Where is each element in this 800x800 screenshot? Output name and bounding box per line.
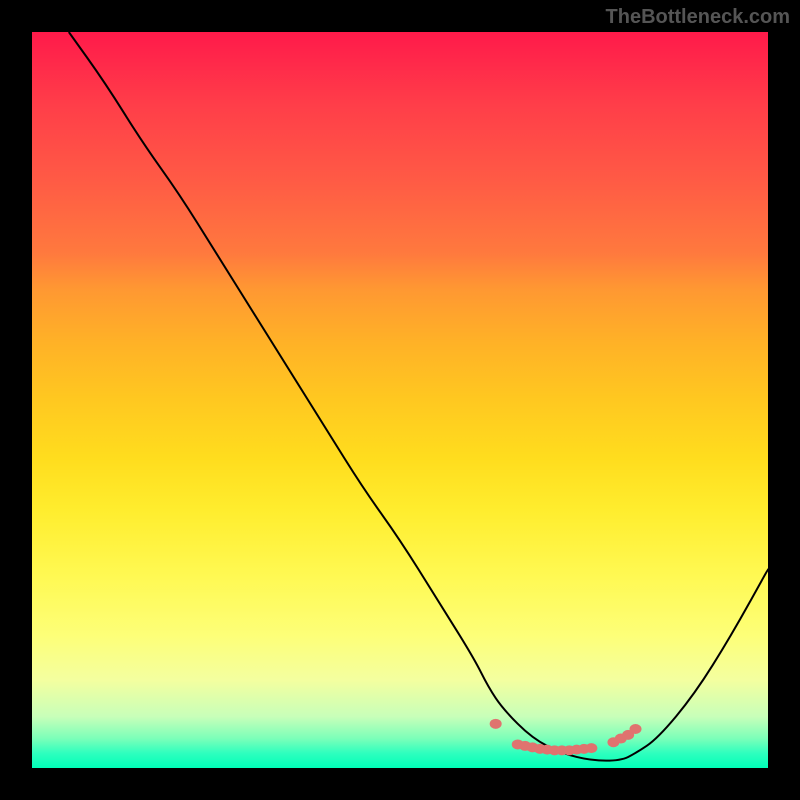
curve-line xyxy=(69,32,768,761)
chart-plot-area xyxy=(32,32,768,768)
chart-svg xyxy=(32,32,768,768)
marker-dots xyxy=(490,719,642,755)
watermark-text: TheBottleneck.com xyxy=(606,6,790,29)
